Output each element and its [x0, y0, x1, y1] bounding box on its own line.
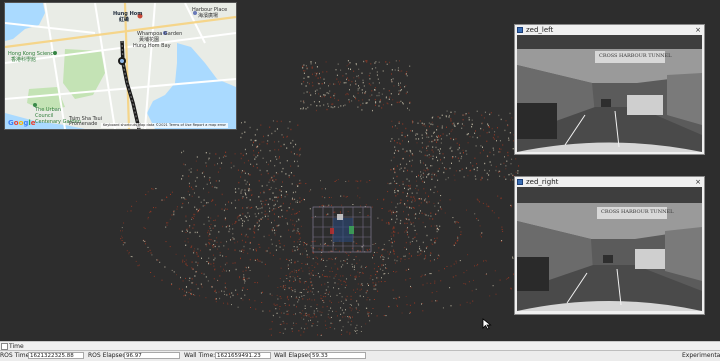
camera-window-left[interactable]: zed_left × CROSS HARBOUR TUNNEL [514, 24, 705, 155]
close-button[interactable]: × [695, 25, 701, 35]
map-label-hung-hom-zh: 紅磡 [119, 17, 130, 23]
tunnel-sign-right: CROSS HARBOUR TUNNEL [601, 209, 674, 215]
ros-time-field: 1621322325.88 [28, 352, 84, 359]
app-icon [517, 27, 523, 33]
camera-title: zed_left [526, 26, 554, 34]
camera-title-bar[interactable]: zed_right × [515, 177, 704, 187]
map-label-hk-science-museum-zh: 香港科學館 [11, 57, 37, 63]
camera-title: zed_right [526, 178, 559, 186]
camera-title-bar[interactable]: zed_left × [515, 25, 704, 35]
map-label-promenade-2: Promenade [69, 121, 98, 127]
map-panel[interactable]: Hung Hom 紅磡 Harbour Place 海濱廣場 Whampoa G… [4, 2, 237, 130]
tunnel-sign-left: CROSS HARBOUR TUNNEL [599, 53, 672, 59]
time-panel-checkbox[interactable] [1, 343, 8, 350]
map-attribution[interactable]: Keyboard shortcuts Map data ©2021 Terms … [101, 123, 228, 128]
mouse-cursor-icon [482, 318, 492, 330]
wall-elapsed-label: Wall Elapsed: [274, 352, 315, 359]
camera-image-left: CROSS HARBOUR TUNNEL [517, 35, 702, 152]
wall-time-field: 1621659491.23 [215, 352, 271, 359]
3d-viewport[interactable]: Hung Hom 紅磡 Harbour Place 海濱廣場 Whampoa G… [0, 0, 720, 341]
map-label-hung-hom-bay: Hung Hom Bay [133, 43, 171, 49]
ros-elapsed-label: ROS Elapsed: [88, 352, 129, 359]
wall-elapsed-field: 59.33 [310, 352, 366, 359]
camera-image-right: CROSS HARBOUR TUNNEL [517, 187, 702, 311]
close-button[interactable]: × [695, 177, 701, 187]
camera-window-right[interactable]: zed_right × CROSS HARBOUR TUNNEL [514, 176, 705, 315]
wall-time-label: Wall Time: [184, 352, 216, 359]
ros-elapsed-field: 96.97 [124, 352, 180, 359]
map-label-harbour-place-zh: 海濱廣場 [198, 13, 219, 19]
experimental-checkbox-label[interactable]: Experimental [682, 351, 720, 360]
google-logo: Google [8, 119, 36, 127]
vehicle-marker [330, 214, 354, 242]
app-icon [517, 179, 523, 185]
ros-time-label: ROS Time: [0, 352, 32, 359]
status-bar: ROS Time: 1621322325.88 ROS Elapsed: 96.… [0, 350, 720, 361]
